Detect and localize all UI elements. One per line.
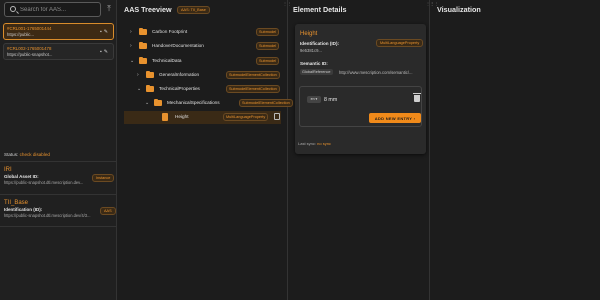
tree-node-label: TechnicalData [152, 58, 182, 63]
copy-icon[interactable] [274, 113, 280, 120]
tree-node-general-information[interactable]: › GeneralInformation SubmodelElementColl… [117, 69, 287, 82]
value-entry-box: en ▾ ADD NEW ENTRY › [299, 86, 422, 127]
semantic-id-label: Semantic ID: [300, 61, 328, 66]
tree-node-type: Submodel [256, 42, 280, 50]
id-value: 9e5381c9... [300, 48, 322, 53]
details-title: Element Details [293, 5, 347, 14]
visualization-panel: ⋮⋮ Visualization [430, 0, 600, 300]
tree-node-type: SubmodelElementCollection [226, 85, 280, 93]
tree-node-height[interactable]: Height MultiLanguageProperty [124, 111, 281, 124]
asset-badge: Instance [92, 174, 115, 182]
language-code: en [310, 97, 315, 101]
semantic-id-value[interactable]: http://www.mescription.com/semantic/... [339, 70, 423, 75]
status-label: Status: [4, 152, 19, 157]
aas-list-panel: ⤒ #CRL001-1765001444 https://public... ▪… [0, 0, 117, 300]
asset-info-card: IRI Global Asset ID: https://public-snap… [4, 166, 115, 185]
tree-node-label: Height [175, 114, 189, 119]
element-card: Height MultiLanguageProperty Identificat… [295, 24, 426, 154]
tree-node-label: GeneralInformation [159, 72, 200, 77]
add-new-entry-button[interactable]: ADD NEW ENTRY › [369, 113, 421, 123]
shell-actions: ▪✎ [100, 49, 110, 55]
tree-node-type: SubmodelElementCollection [226, 71, 280, 79]
aas-treeview-panel: ⋮⋮ AAS Treeview AAS: TII_Base › Carbon F… [117, 0, 293, 300]
folder-icon [139, 27, 147, 35]
add-entry-label: ADD NEW ENTRY [374, 115, 413, 121]
last-sync-label: Last sync: [298, 141, 317, 146]
trash-icon[interactable] [413, 93, 421, 102]
search-icon [10, 6, 16, 12]
tree-node-technical-data[interactable]: ⌄ TechnicalData Submodel [117, 55, 287, 68]
semantic-id-type: GlobalReference [300, 69, 333, 75]
chevron-down-icon[interactable]: ⌄ [130, 58, 134, 64]
edit-icon[interactable]: ✎ [104, 49, 110, 55]
id-label: Identification (ID): [300, 41, 340, 46]
shell-card-selected[interactable]: #CRL001-1765001444 https://public... ▪✎ [3, 23, 114, 40]
folder-icon [139, 56, 147, 64]
tree-node-type: SubmodelElementCollection [239, 99, 293, 107]
folder-icon [146, 84, 154, 92]
last-sync: Last sync: no sync [298, 141, 331, 146]
asset-title: IRI [4, 167, 12, 173]
language-select[interactable]: en ▾ [307, 96, 321, 103]
tree-node-type: MultiLanguageProperty [223, 113, 269, 121]
tree-node-label: TechnicalProperties [159, 86, 200, 91]
aas-badge: AAS [100, 207, 116, 215]
status-value: check disabled [19, 152, 50, 157]
tree-node-label: HandoverDocumentation [152, 43, 204, 48]
edit-icon[interactable]: ✎ [104, 29, 110, 35]
chevron-right-icon[interactable]: › [130, 43, 132, 49]
shell-card[interactable]: #CRL002-1765001478 https://public-snapsh… [3, 43, 114, 60]
tree-node-carbon-footprint[interactable]: › Carbon Footprint Submodel [117, 26, 287, 39]
search-box[interactable] [4, 2, 101, 17]
divider [0, 161, 117, 162]
aas-value: https://public-snapshot.dtl.mescription.… [4, 213, 91, 218]
chevron-right-icon[interactable]: › [130, 29, 132, 35]
tree-node-label: MechanicalSpecifications [167, 100, 220, 105]
folder-icon [146, 70, 154, 78]
shell-url: https://public-snapshot... [7, 51, 53, 57]
status-line: Status: check disabled [4, 152, 50, 157]
last-sync-value: no sync [317, 141, 331, 146]
value-input[interactable] [324, 95, 402, 104]
asset-value: https://public-snapshot.dtl.mescription.… [4, 180, 84, 185]
treeview-title: AAS Treeview [124, 5, 172, 14]
chevron-down-icon[interactable]: ⌄ [137, 86, 141, 92]
chevron-right-icon[interactable]: › [137, 72, 139, 78]
divider [0, 194, 117, 195]
upload-icon[interactable]: ⤒ [105, 5, 113, 14]
aas-tab-badge[interactable]: AAS: TII_Base [177, 6, 210, 14]
visualization-title: Visualization [437, 5, 481, 14]
aas-info-card: TII_Base Identification (ID): https://pu… [4, 199, 116, 218]
tree-node-technical-properties[interactable]: ⌄ TechnicalProperties SubmodelElementCol… [117, 83, 287, 96]
aas-title: TII_Base [4, 200, 29, 206]
tree-node-handover-documentation[interactable]: › HandoverDocumentation Submodel [117, 40, 287, 53]
tree-node-type: Submodel [256, 28, 280, 36]
tree-node-mechanical-specifications[interactable]: ⌄ MechanicalSpecifications SubmodelEleme… [117, 97, 293, 110]
document-icon [162, 113, 168, 121]
tree-node-type: Submodel [256, 57, 280, 65]
folder-icon [139, 41, 147, 49]
element-details-panel: ⋮⋮ Element Details Height MultiLanguageP… [288, 0, 435, 300]
search-input[interactable] [20, 4, 100, 15]
element-name: Height [300, 31, 318, 37]
folder-icon [154, 98, 162, 106]
chevron-down-icon[interactable]: ⌄ [145, 100, 149, 106]
shell-actions: ▪✎ [100, 29, 110, 35]
divider [0, 226, 117, 227]
element-type-badge: MultiLanguageProperty [376, 39, 424, 47]
shell-url: https://public... [7, 31, 34, 37]
tree-node-label: Carbon Footprint [152, 29, 188, 34]
